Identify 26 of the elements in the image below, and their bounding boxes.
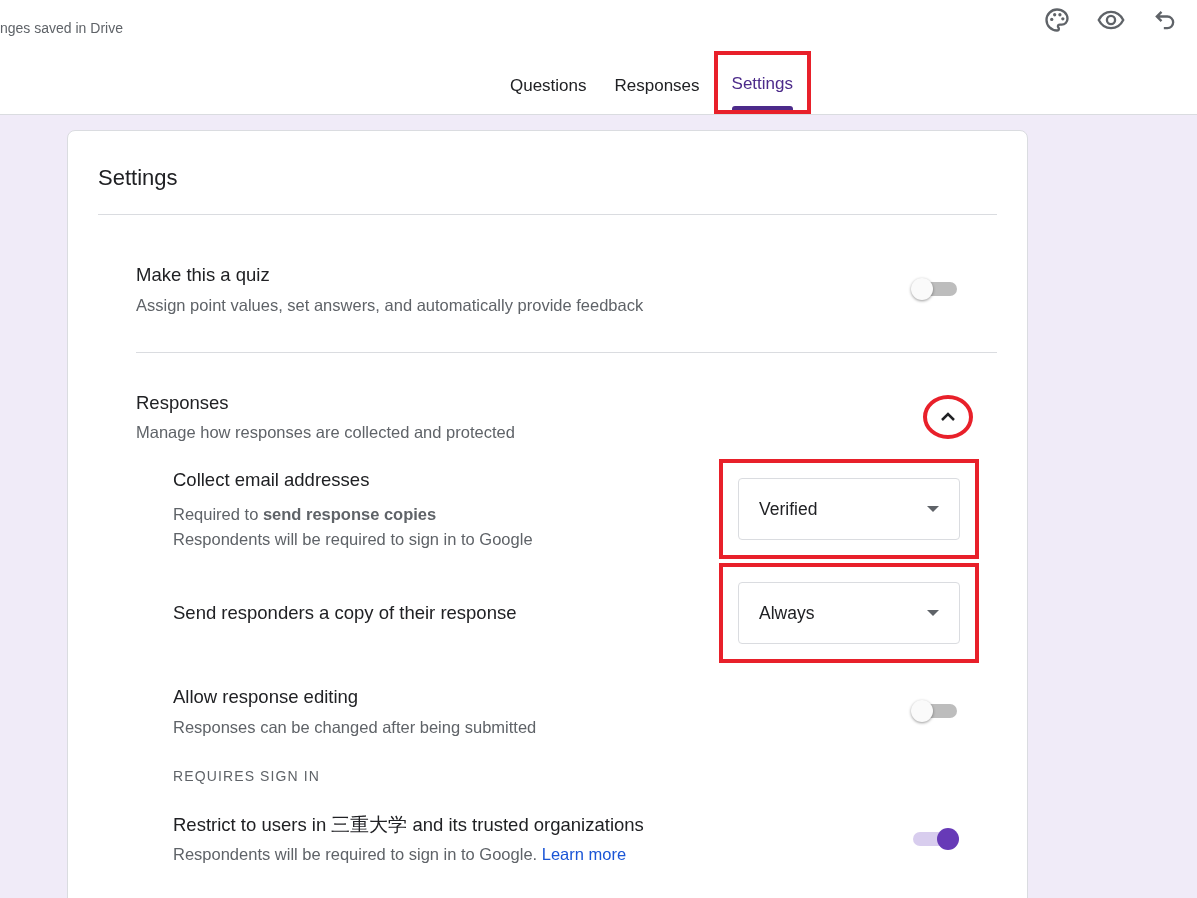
dropdown[interactable]: Always <box>738 582 960 644</box>
save-status-text: nges saved in Drive <box>0 19 123 38</box>
dropdown-arrow-icon <box>927 610 939 616</box>
tab[interactable]: Settings <box>717 54 807 110</box>
setting-title: Allow response editing <box>173 685 360 709</box>
setting-description: Respondents will be required to sign in to Google. Learn more <box>173 844 628 866</box>
setting-description: Required to send response copies <box>173 504 438 526</box>
dropdown[interactable]: Verified <box>738 478 960 540</box>
card-title: Settings <box>98 161 997 215</box>
setting-title: Send responders a copy of their response <box>173 601 517 626</box>
setting-description: Respondents will be required to sign in to Google <box>173 528 533 550</box>
setting-title: Responses <box>136 390 230 415</box>
setting-title: Collect email addresses <box>173 468 371 493</box>
setting-description: Assign point values, set answers, and automatically provide feedback <box>136 294 644 316</box>
tab[interactable]: Questions <box>495 62 601 114</box>
setting-title: Make this a quiz <box>136 263 271 287</box>
chevron-icon <box>940 411 956 422</box>
setting-title: Restrict to users in 三重大学 and its trusted organizations <box>173 812 644 837</box>
section-heading: REQUIRES SIGN IN <box>173 766 321 786</box>
dropdown-arrow-icon <box>927 506 939 512</box>
palette-icon[interactable] <box>1043 6 1071 34</box>
setting-description: Responses can be changed after being submitted <box>173 716 537 738</box>
tab[interactable]: Responses <box>600 62 714 114</box>
collapse-button[interactable] <box>923 394 973 439</box>
setting-description: Manage how responses are collected and protected <box>136 422 515 444</box>
learn-more-link[interactable]: Learn more <box>541 845 627 864</box>
